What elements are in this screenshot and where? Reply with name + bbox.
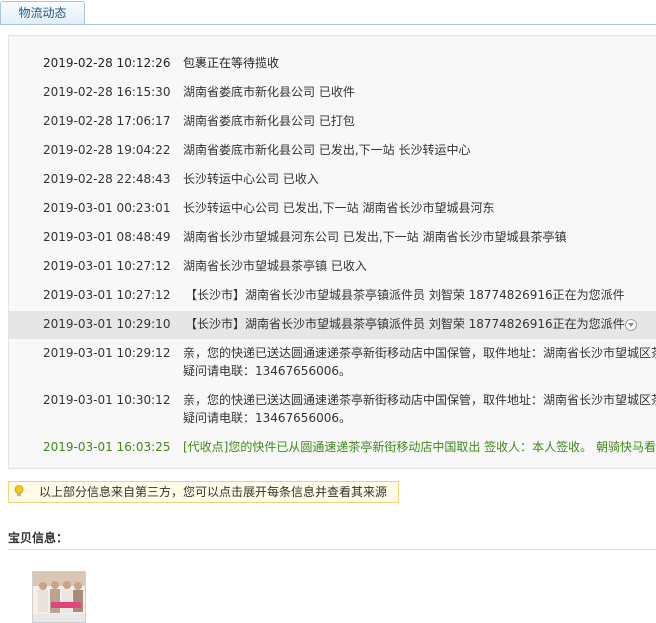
tracking-event-hovered[interactable]: 2019-03-01 10:29:10 【长沙市】湖南省长沙市望城县茶亭镇派件员…	[9, 311, 656, 339]
event-desc: [代收点]您的快件已从圆通速递茶亭新街移动店中国取出 签收人：本人签收。 朝骑快…	[183, 440, 656, 454]
event-desc: 亲，您的快递已送达圆通速递茶亭新街移动店中国保管，取件地址：湖南省长沙市望城区茶…	[183, 393, 656, 407]
event-desc-line2: 疑问请电联：13467656006。	[183, 364, 351, 378]
event-desc: 【长沙市】湖南省长沙市望城县茶亭镇派件员 刘智荣 18774826916正在为您…	[185, 317, 625, 331]
lightbulb-icon	[14, 485, 24, 497]
event-time: 2019-03-01 00:23:01	[43, 201, 171, 215]
event-time: 2019-03-01 10:29:12	[43, 346, 171, 360]
tab-logistics-tracking[interactable]: 物流动态	[0, 1, 85, 24]
tracking-timeline: 2019-02-28 10:12:26 包裹正在等待揽收 2019-02-28 …	[8, 35, 656, 469]
event-time: 2019-03-01 10:29:10	[43, 317, 171, 331]
event-desc: 长沙转运中心公司 已收入	[183, 172, 319, 186]
event-time: 2019-03-01 16:03:25	[43, 440, 171, 454]
event-time: 2019-03-01 10:30:12	[43, 393, 171, 407]
event-time: 2019-02-28 19:04:22	[43, 143, 171, 157]
event-time: 2019-03-01 10:27:12	[43, 259, 171, 273]
event-desc-line2: 疑问请电联：13467656006。	[183, 411, 351, 425]
event-desc: 湖南省娄底市新化县公司 已打包	[183, 114, 355, 128]
event-time: 2019-02-28 22:48:43	[43, 172, 171, 186]
event-time: 2019-03-01 08:48:49	[43, 230, 171, 244]
event-desc: 湖南省长沙市望城县河东公司 已发出,下一站 湖南省长沙市望城县茶亭镇	[183, 230, 567, 244]
notice-text: 以上部分信息来自第三方，您可以点击展开每条信息并查看其来源	[39, 485, 388, 499]
product-image	[33, 572, 85, 622]
divider	[8, 549, 656, 550]
event-desc: 亲，您的快递已送达圆通速递茶亭新街移动店中国保管，取件地址：湖南省长沙市望城区茶…	[183, 346, 656, 360]
event-desc: 包裹正在等待揽收	[183, 56, 280, 70]
event-time: 2019-03-01 10:27:12	[43, 288, 171, 302]
event-time: 2019-02-28 10:12:26	[43, 56, 171, 70]
expand-chevron-icon[interactable]	[625, 319, 637, 331]
event-desc: 湖南省娄底市新化县公司 已收件	[183, 85, 355, 99]
event-time: 2019-02-28 16:15:30	[43, 85, 171, 99]
event-desc: 湖南省娄底市新化县公司 已发出,下一站 长沙转运中心	[183, 143, 471, 157]
item-info-heading: 宝贝信息：	[8, 531, 69, 545]
event-time: 2019-02-28 17:06:17	[43, 114, 171, 128]
event-desc: 【长沙市】湖南省长沙市望城县茶亭镇派件员 刘智荣 18774826916正在为您…	[185, 288, 625, 302]
event-desc: 湖南省长沙市望城县茶亭镇 已收入	[183, 259, 367, 273]
tab-bar: 物流动态	[0, 0, 656, 25]
event-desc: 长沙转运中心公司 已发出,下一站 湖南省长沙市望城县河东	[183, 201, 495, 215]
third-party-notice: 以上部分信息来自第三方，您可以点击展开每条信息并查看其来源	[8, 481, 399, 503]
product-thumbnail[interactable]	[32, 571, 86, 623]
